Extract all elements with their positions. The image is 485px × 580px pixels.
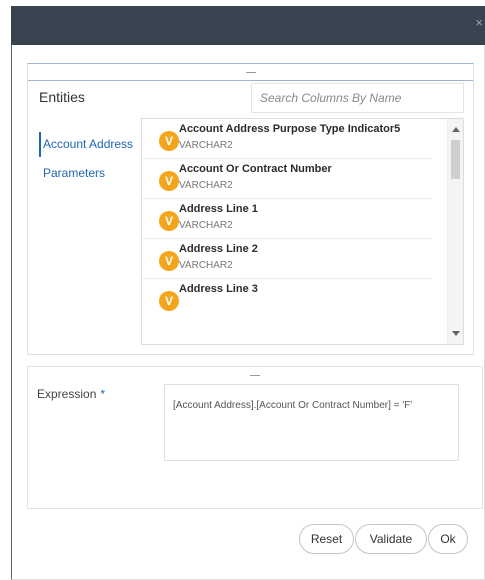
scroll-up-arrow-icon[interactable]	[452, 127, 460, 132]
column-list: V Account Address Purpose Type Indicator…	[141, 118, 464, 345]
column-name: Address Line 2	[179, 243, 258, 255]
expression-input[interactable]: [Account Address].[Account Or Contract N…	[164, 384, 459, 461]
entity-tab-parameters[interactable]: Parameters	[39, 166, 105, 180]
close-icon[interactable]: ×	[475, 16, 483, 29]
column-name: Account Or Contract Number	[179, 163, 332, 175]
column-type: VARCHAR2	[179, 180, 233, 191]
column-type: VARCHAR2	[179, 140, 233, 151]
column-item[interactable]: V Address Line 2 VARCHAR2	[142, 239, 432, 279]
resize-handle-icon[interactable]	[250, 375, 260, 376]
dialog-header: ×	[11, 6, 485, 45]
search-columns-input[interactable]: Search Columns By Name	[251, 83, 464, 113]
entities-panel: Entities Search Columns By Name Account …	[27, 63, 474, 355]
entities-title: Entities	[39, 89, 85, 105]
entities-resize-handle[interactable]	[28, 64, 473, 81]
validate-button[interactable]: Validate	[355, 524, 427, 554]
column-name: Address Line 3	[179, 283, 258, 295]
varchar-type-icon: V	[159, 251, 179, 271]
column-item[interactable]: V Account Address Purpose Type Indicator…	[142, 119, 432, 159]
column-item[interactable]: V Address Line 1 VARCHAR2	[142, 199, 432, 239]
column-name: Account Address Purpose Type Indicator5	[179, 123, 401, 135]
varchar-type-icon: V	[159, 131, 179, 151]
scroll-thumb[interactable]	[451, 140, 460, 179]
entity-tab-account-address[interactable]: Account Address	[39, 132, 143, 157]
scroll-down-arrow-icon[interactable]	[452, 331, 460, 336]
column-item[interactable]: V Account Or Contract Number VARCHAR2	[142, 159, 432, 199]
column-name: Address Line 1	[179, 203, 258, 215]
varchar-type-icon: V	[159, 291, 179, 311]
reset-button[interactable]: Reset	[299, 524, 354, 554]
column-type: VARCHAR2	[179, 260, 233, 271]
expression-label-text: Expression	[37, 387, 97, 401]
column-item[interactable]: V Address Line 3	[142, 279, 432, 319]
expression-label: Expression *	[37, 387, 105, 401]
column-type: VARCHAR2	[179, 220, 233, 231]
column-list-scrollbar[interactable]	[447, 119, 463, 344]
expression-panel: Expression * [Account Address].[Account O…	[27, 366, 483, 509]
ok-button[interactable]: Ok	[428, 524, 468, 554]
varchar-type-icon: V	[159, 211, 179, 231]
required-marker: *	[100, 387, 106, 401]
resize-handle-icon	[245, 72, 256, 73]
varchar-type-icon: V	[159, 171, 179, 191]
